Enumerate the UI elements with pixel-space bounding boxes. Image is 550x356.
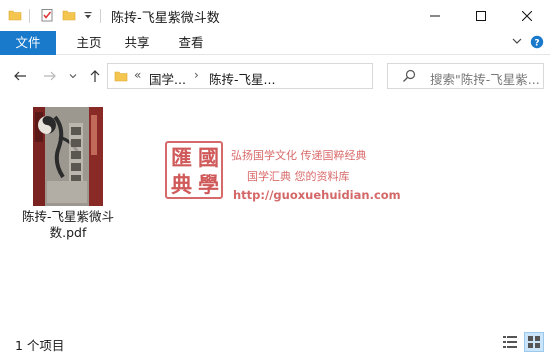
window-title: 陈抟-飞星紫微斗数 xyxy=(111,11,220,26)
large-icons-view-icon[interactable] xyxy=(524,332,544,352)
search-icon xyxy=(402,69,416,86)
minimize-button[interactable] xyxy=(412,0,458,31)
tab-home[interactable]: 主页 xyxy=(66,31,112,55)
watermark: 匯 國 典 學 弘扬国学文化 传递国粹经典 国学汇典 您的资料库 http://… xyxy=(165,141,405,211)
folder-icon[interactable] xyxy=(8,8,22,25)
watermark-slogan: 弘扬国学文化 传递国粹经典 xyxy=(231,149,367,162)
expand-ribbon-icon[interactable] xyxy=(511,35,523,50)
tab-share[interactable]: 共享 xyxy=(114,31,160,55)
status-bar: 1 个项目 xyxy=(0,326,550,356)
watermark-url: http://guoxuehuidian.com xyxy=(233,188,401,202)
ribbon: 文件 主页 共享 查看 ? xyxy=(0,31,550,55)
back-arrow-icon[interactable] xyxy=(11,67,29,85)
file-list: 陈抟-飞星紫微斗 数.pdf 匯 國 典 學 弘扬国学文化 传递国粹经典 国学汇… xyxy=(0,97,550,326)
details-view-icon[interactable] xyxy=(502,334,518,350)
address-bar[interactable]: « 国学... › 陈抟-飞星... xyxy=(107,63,470,89)
overflow-chevron-icon[interactable]: « xyxy=(134,68,141,82)
divider xyxy=(29,9,30,23)
tab-view[interactable]: 查看 xyxy=(168,31,214,55)
item-count: 1 个项目 xyxy=(15,338,65,353)
seal-char: 典 xyxy=(171,172,192,197)
file-name-line: 陈抟-飞星紫微斗 xyxy=(21,209,114,224)
tab-file[interactable]: 文件 xyxy=(0,31,56,55)
recent-locations-icon[interactable] xyxy=(64,67,82,85)
breadcrumb-item[interactable]: 陈抟-飞星... xyxy=(209,69,275,88)
maximize-button[interactable] xyxy=(458,0,504,31)
seal-logo: 匯 國 典 學 xyxy=(165,141,223,199)
folder-icon xyxy=(114,69,128,86)
search-input[interactable]: 搜索"陈抟-飞星紫... xyxy=(387,63,544,89)
pdf-thumbnail-icon xyxy=(33,107,103,206)
file-name: 陈抟-飞星紫微斗 数.pdf xyxy=(19,209,117,241)
file-name-line: 数.pdf xyxy=(49,225,87,240)
watermark-tagline: 国学汇典 您的资料库 xyxy=(247,170,350,183)
seal-char: 學 xyxy=(198,172,219,197)
breadcrumb-item[interactable]: 国学... xyxy=(149,69,186,88)
customize-toolbar-icon[interactable] xyxy=(83,10,93,24)
forward-arrow-icon[interactable] xyxy=(41,67,59,85)
navigation-bar: « 国学... › 陈抟-飞星... 搜索"陈抟-飞星紫... xyxy=(0,55,550,97)
help-icon[interactable]: ? xyxy=(530,35,544,52)
divider xyxy=(100,9,101,23)
properties-icon[interactable] xyxy=(40,8,54,25)
svg-text:?: ? xyxy=(534,39,539,49)
seal-char: 匯 xyxy=(171,145,192,170)
title-bar: 陈抟-飞星紫微斗数 xyxy=(0,0,550,31)
search-placeholder: 搜索"陈抟-飞星紫... xyxy=(430,72,540,87)
close-button[interactable] xyxy=(504,0,550,31)
new-folder-icon[interactable] xyxy=(62,8,76,25)
breadcrumb-separator-icon[interactable]: › xyxy=(194,68,199,82)
file-item[interactable]: 陈抟-飞星紫微斗 数.pdf xyxy=(19,105,117,240)
seal-char: 國 xyxy=(198,145,219,170)
up-arrow-icon[interactable] xyxy=(86,67,104,85)
